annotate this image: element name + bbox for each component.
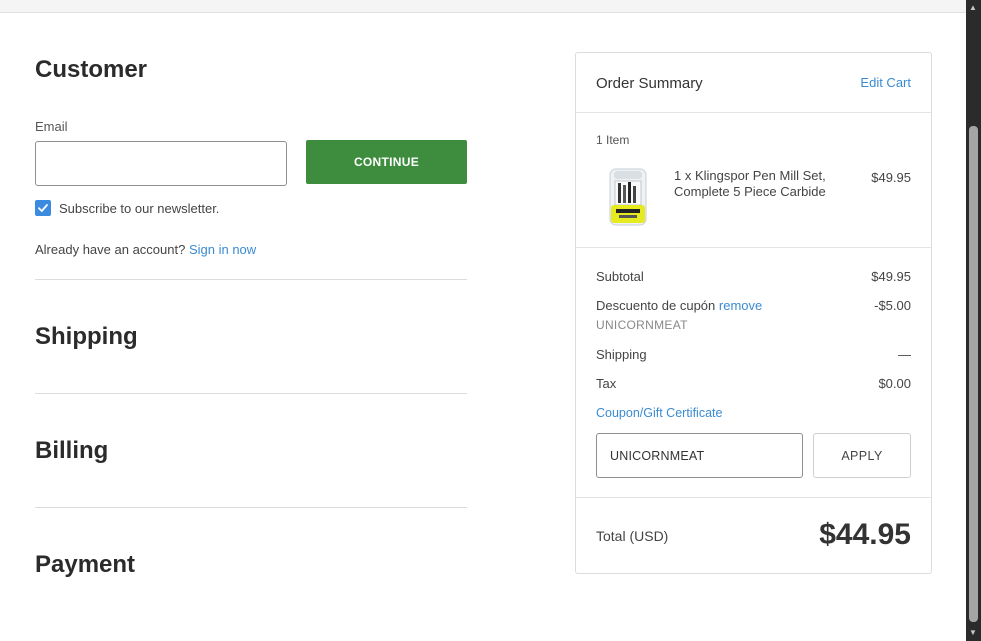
newsletter-checkbox[interactable]	[35, 200, 51, 216]
email-label: Email	[35, 119, 68, 134]
scroll-up-arrow-icon[interactable]: ▲	[969, 3, 977, 12]
order-summary: Order Summary Edit Cart 1 Item 1 x Kling…	[575, 52, 932, 574]
billing-heading[interactable]: Billing	[35, 437, 108, 465]
account-prompt-line: Already have an account? Sign in now	[35, 242, 256, 257]
newsletter-label: Subscribe to our newsletter.	[59, 201, 220, 216]
shipping-label: Shipping	[596, 347, 647, 362]
remove-discount-link[interactable]: remove	[719, 298, 762, 313]
coupon-gift-certificate-link[interactable]: Coupon/Gift Certificate	[596, 406, 722, 420]
discount-label: Descuento de cupón	[596, 298, 716, 313]
total-value: $44.95	[819, 518, 911, 551]
section-divider	[35, 507, 467, 508]
section-divider	[35, 279, 467, 280]
shipping-value: —	[898, 347, 911, 362]
vertical-scrollbar[interactable]: ▲ ▼	[966, 0, 981, 641]
tax-value: $0.00	[878, 376, 911, 391]
subtotal-label: Subtotal	[596, 269, 644, 284]
section-divider	[35, 393, 467, 394]
top-bar	[0, 0, 966, 13]
customer-heading: Customer	[35, 56, 148, 83]
summary-divider	[576, 497, 931, 498]
payment-heading[interactable]: Payment	[35, 551, 135, 579]
checkmark-icon	[38, 204, 48, 212]
discount-line: Descuento de cupón remove	[596, 298, 762, 313]
scrollbar-thumb[interactable]	[969, 126, 978, 622]
sign-in-link[interactable]: Sign in now	[189, 242, 256, 257]
applied-coupon-code: UNICORNMEAT	[596, 318, 688, 332]
tax-label: Tax	[596, 376, 617, 391]
checkout-page: Customer Email CONTINUE Subscribe to our…	[0, 13, 966, 641]
email-input[interactable]	[35, 141, 287, 186]
coupon-code-input[interactable]: UNICORNMEAT	[596, 433, 803, 478]
summary-divider	[576, 247, 931, 248]
scroll-down-arrow-icon[interactable]: ▼	[969, 628, 977, 637]
total-label: Total (USD)	[596, 528, 669, 544]
shipping-heading[interactable]: Shipping	[35, 323, 138, 351]
discount-value: -$5.00	[874, 298, 911, 313]
items-count: 1 Item	[596, 133, 630, 147]
subtotal-value: $49.95	[871, 269, 911, 284]
account-prompt-text: Already have an account?	[35, 242, 186, 257]
product-thumbnail-icon	[609, 168, 647, 226]
edit-cart-link[interactable]: Edit Cart	[860, 75, 911, 90]
apply-coupon-button[interactable]: APPLY	[813, 433, 911, 478]
item-name: 1 x Klingspor Pen Mill Set, Complete 5 P…	[674, 168, 826, 199]
summary-divider	[576, 112, 931, 113]
continue-button[interactable]: CONTINUE	[306, 140, 467, 184]
order-summary-title: Order Summary	[596, 75, 703, 92]
item-price: $49.95	[871, 170, 911, 185]
